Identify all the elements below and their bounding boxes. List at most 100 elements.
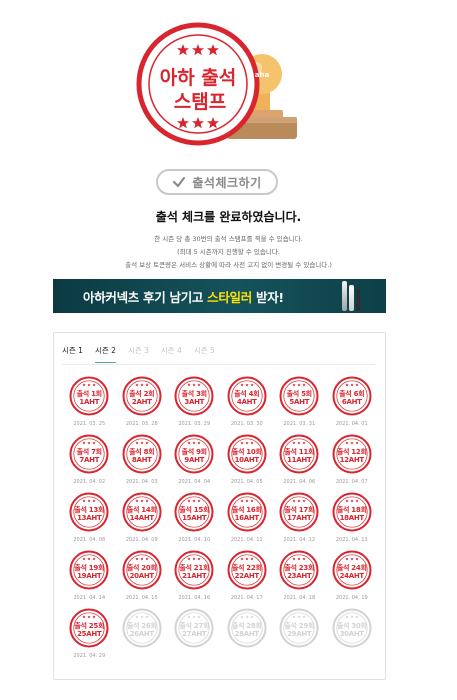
- stamp-stamped: 출석 6회 6AHT: [332, 376, 372, 416]
- stamp-empty: 출석 27회 27AHT: [174, 608, 214, 648]
- info-line-1: 한 시즌 당 총 30번의 출석 스탬프를 찍을 수 있습니다.: [154, 235, 303, 243]
- stamp-reward-label: 29AHT: [287, 630, 312, 638]
- stamp-count-label: 출석 23회: [284, 564, 315, 572]
- stamp-cell: 출석 20회 20AHT 2021. 04. 15: [116, 550, 169, 608]
- stamp-date: 2021. 04. 02: [73, 479, 106, 485]
- stamp-reward-label: 11AHT: [287, 456, 312, 464]
- stamp-cell: 출석 17회 17AHT 2021. 04. 12: [273, 492, 326, 550]
- stamp-count-label: 출석 27회: [179, 622, 210, 630]
- stamp-empty: 출석 26회 26AHT: [122, 608, 162, 648]
- stamp-date: 2021. 04. 08: [73, 537, 106, 543]
- stamp-stamped: 출석 25회 25AHT: [69, 608, 109, 648]
- stamp-cell: 출석 2회 2AHT 2021. 03. 28: [116, 376, 169, 434]
- stamp-reward-label: 9AHT: [184, 456, 205, 464]
- stamp-cell: 출석 12회 12AHT 2021. 04. 07: [326, 434, 379, 492]
- stamp-count-label: 출석 19회: [74, 564, 105, 572]
- tab-season-1[interactable]: 시즌 1: [62, 345, 83, 363]
- stamp-cell: 출석 16회 16AHT 2021. 04. 11: [221, 492, 274, 550]
- stamp-date: 2021. 03. 30: [230, 421, 263, 427]
- stamp-stamped: 출석 8회 8AHT: [122, 434, 162, 474]
- stamp-date: 2021. 04. 14: [73, 595, 106, 601]
- stamp-stamped: 출석 12회 12AHT: [332, 434, 372, 474]
- tab-season-2[interactable]: 시즌 2: [94, 345, 116, 363]
- stamp-stamped: 출석 21회 21AHT: [174, 550, 214, 590]
- stamp-cell: 출석 7회 7AHT 2021. 04. 02: [63, 434, 116, 492]
- stamp-cell: 출석 11회 11AHT 2021. 04. 06: [273, 434, 326, 492]
- brand-mark: aha: [255, 71, 270, 79]
- tab-season-5[interactable]: 시즌 5: [194, 345, 215, 363]
- stamp-count-label: 출석 7회: [76, 448, 102, 456]
- stamp-stamped: 출석 20회 20AHT: [122, 550, 162, 590]
- stamp-reward-label: 2AHT: [131, 398, 152, 406]
- stamp-stamped: 출석 5회 5AHT: [279, 376, 319, 416]
- stamp-date: 2021. 03. 25: [73, 421, 106, 427]
- stamp-cell: 출석 29회 29AHT: [273, 608, 326, 666]
- stamp-cell: 출석 8회 8AHT 2021. 04. 03: [116, 434, 169, 492]
- stamp-cell: 출석 15회 15AHT 2021. 04. 10: [168, 492, 221, 550]
- stamp-count-label: 출석 28회: [231, 622, 262, 630]
- stamp-count-label: 출석 24회: [336, 564, 367, 572]
- stamp-count-label: 출석 30회: [336, 622, 367, 630]
- stamp-cell: 출석 6회 6AHT 2021. 04. 01: [326, 376, 379, 434]
- stamp-cell: 출석 24회 24AHT 2021. 04. 19: [326, 550, 379, 608]
- stamp-date: 2021. 04. 16: [178, 595, 211, 601]
- stamp-date: 2021. 04. 10: [178, 537, 211, 543]
- tab-divider: [62, 364, 375, 365]
- hero-title-line1: 아하 출석: [160, 67, 237, 89]
- stamp-reward-label: 18AHT: [339, 514, 365, 522]
- stamp-date: 2021. 04. 01: [335, 421, 368, 427]
- stamp-reward-label: 20AHT: [129, 572, 155, 580]
- stamp-cell: 출석 26회 26AHT: [116, 608, 169, 666]
- stamp-count-label: 출석 12회: [336, 448, 367, 456]
- stamp-count-label: 출석 17회: [284, 506, 315, 514]
- stamp-count-label: 출석 13회: [74, 506, 105, 514]
- stamp-date: 2021. 04. 29: [73, 653, 106, 659]
- stamp-count-label: 출석 1회: [76, 390, 102, 398]
- stamp-cell: 출석 22회 22AHT 2021. 04. 17: [221, 550, 274, 608]
- check-in-button[interactable]: 출석체크하기: [156, 169, 278, 195]
- stamp-count-label: 출석 14회: [126, 506, 157, 514]
- stamp-date: 2021. 04. 05: [230, 479, 263, 485]
- stamp-date: 2021. 04. 06: [283, 479, 316, 485]
- stamp-count-label: 출석 29회: [284, 622, 315, 630]
- stamp-cell: 출석 18회 18AHT 2021. 04. 13: [326, 492, 379, 550]
- stamp-stamped: 출석 2회 2AHT: [122, 376, 162, 416]
- stamp-stamped: 출석 10회 10AHT: [227, 434, 267, 474]
- promo-banner[interactable]: 아하커넥츠 후기 남기고 스타일러 받자!: [53, 279, 386, 313]
- hero-title-line2: 스탬프: [174, 91, 226, 113]
- styler-device-image: [342, 281, 364, 311]
- stamp-stamped: 출석 24회 24AHT: [332, 550, 372, 590]
- stamp-reward-label: 1AHT: [79, 398, 100, 406]
- stamp-count-label: 출석 4회: [234, 390, 260, 398]
- stamp-reward-label: 14AHT: [129, 514, 155, 522]
- stamp-reward-label: 19AHT: [77, 572, 102, 580]
- stamp-reward-label: 28AHT: [234, 630, 260, 638]
- stamp-count-label: 출석 21회: [179, 564, 210, 572]
- stamp-stamped: 출석 4회 4AHT: [227, 376, 267, 416]
- stamp-stamped: 출석 9회 9AHT: [174, 434, 214, 474]
- stamp-grid: 출석 1회 1AHT 2021. 03. 25 출석 2회 2AHT 2021. 03. …: [63, 376, 378, 666]
- stamp-date: 2021. 03. 31: [283, 421, 316, 427]
- stamp-date: 2021. 04. 17: [230, 595, 263, 601]
- stamp-reward-label: 15AHT: [182, 514, 207, 522]
- stamp-count-label: 출석 10회: [231, 448, 262, 456]
- stamp-stamped: 출석 14회 14AHT: [122, 492, 162, 532]
- tab-season-3[interactable]: 시즌 3: [128, 345, 149, 363]
- stamp-count-label: 출석 8회: [129, 448, 155, 456]
- stamp-count-label: 출석 20회: [126, 564, 157, 572]
- stamp-count-label: 출석 25회: [74, 622, 105, 630]
- stamp-reward-label: 17AHT: [287, 514, 312, 522]
- stamp-stamped: 출석 16회 16AHT: [227, 492, 267, 532]
- tab-season-4[interactable]: 시즌 4: [161, 345, 182, 363]
- stamp-reward-label: 6AHT: [341, 398, 362, 406]
- stamp-reward-label: 21AHT: [182, 572, 207, 580]
- stamp-stamped: 출석 3회 3AHT: [174, 376, 214, 416]
- check-in-button-label: 출석체크하기: [192, 175, 262, 190]
- stamp-stamped: 출석 15회 15AHT: [174, 492, 214, 532]
- stamp-date: 2021. 03. 28: [125, 421, 158, 427]
- stamp-count-label: 출석 11회: [284, 448, 315, 456]
- stamp-date: 2021. 04. 11: [230, 537, 263, 543]
- stamp-count-label: 출석 18회: [336, 506, 367, 514]
- stamp-date: 2021. 04. 04: [178, 479, 211, 485]
- stamp-empty: 출석 30회 30AHT: [332, 608, 372, 648]
